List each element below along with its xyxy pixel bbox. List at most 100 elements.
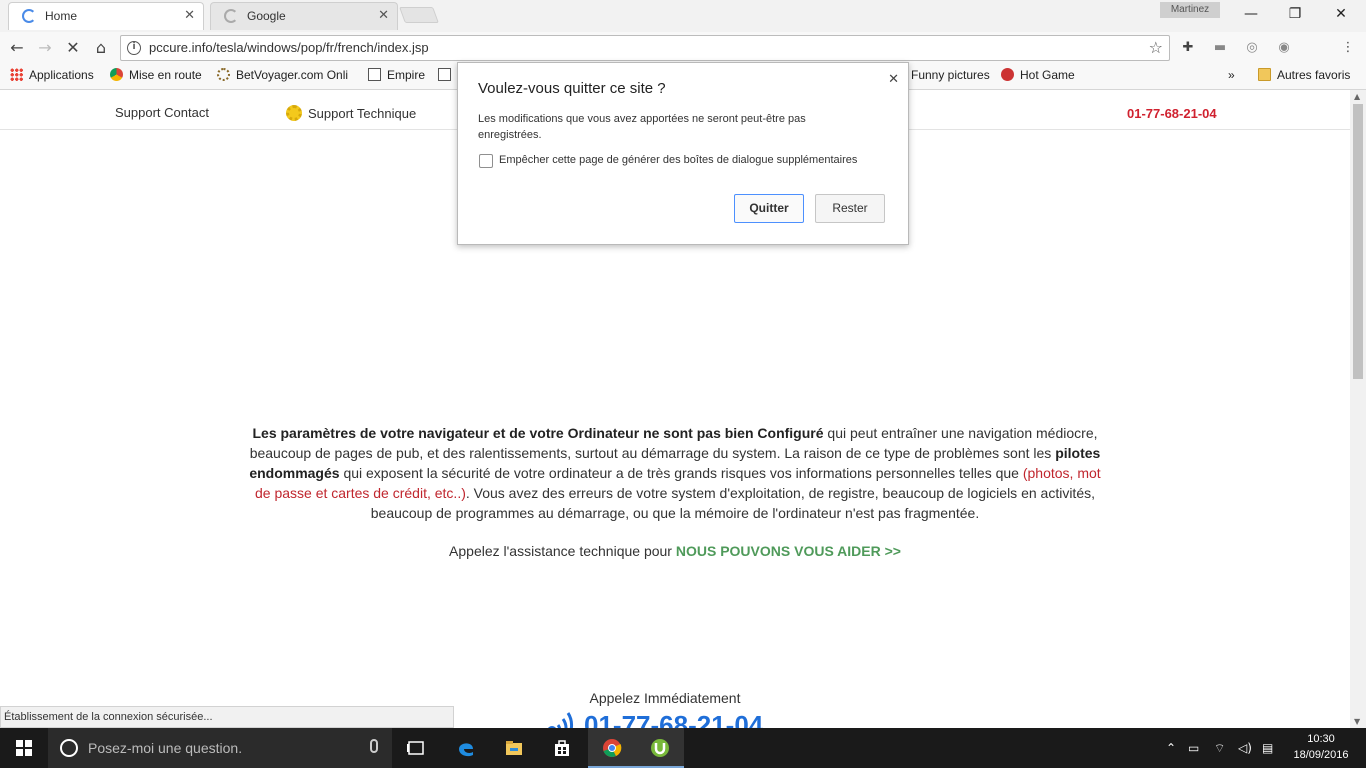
folder-icon — [1258, 68, 1271, 81]
battery-icon[interactable]: ▭ — [1188, 728, 1199, 768]
address-bar[interactable]: i pccure.info/tesla/windows/pop/fr/frenc… — [120, 35, 1170, 61]
back-button[interactable]: ← — [6, 37, 28, 59]
nav-support-technique[interactable]: Support Technique — [286, 105, 416, 121]
cortana-search[interactable]: Posez-moi une question. — [48, 728, 392, 768]
gear-icon — [217, 68, 230, 81]
bookmark-label: BetVoyager.com Onli — [236, 68, 349, 82]
dialog-title: Voulez-vous quitter ce site ? — [478, 80, 666, 97]
game-icon — [1001, 68, 1014, 81]
bookmark-applications[interactable]: Applications — [10, 68, 94, 82]
scroll-thumb[interactable] — [1353, 104, 1363, 379]
folder-icon — [506, 741, 522, 755]
bold-text: Les paramètres de votre navigateur et de… — [252, 425, 824, 441]
dialog-message: Les modifications que vous avez apportée… — [478, 113, 806, 141]
menu-icon[interactable]: ⋮ — [1338, 38, 1358, 58]
close-tab-icon[interactable]: ✕ — [378, 8, 389, 23]
status-bar: Établissement de la connexion sécurisée.… — [0, 706, 454, 728]
close-tab-icon[interactable]: ✕ — [184, 8, 195, 23]
tab-strip: Home ✕ Google ✕ Martinez — ❐ ✕ — [0, 0, 1366, 32]
nav-phone-number[interactable]: 01-77-68-21-04 — [1127, 106, 1217, 121]
windows-logo-icon — [16, 740, 23, 747]
more-bookmarks-button[interactable]: » — [1228, 68, 1235, 82]
utorrent-icon — [651, 739, 669, 757]
bookmark-betvoyager[interactable]: BetVoyager.com Onli — [217, 68, 348, 82]
phone-icon — [548, 712, 573, 728]
bookmark-funny-pictures[interactable]: Funny pictures — [911, 68, 990, 82]
extension-icon[interactable]: ▬ — [1210, 38, 1230, 58]
bookmark-label: Funny pictures — [911, 68, 990, 82]
close-icon[interactable]: ✕ — [888, 71, 899, 87]
bookmark-autres-favoris[interactable]: Autres favoris — [1258, 68, 1350, 82]
new-tab-button[interactable] — [399, 7, 439, 23]
bookmark-label: Mise en route — [129, 68, 202, 82]
edge-icon — [459, 743, 473, 757]
loading-icon — [22, 9, 36, 23]
page-scrollbar[interactable]: ▲ ▼ — [1350, 90, 1366, 728]
windows-logo-icon — [25, 740, 32, 747]
volume-icon[interactable]: ◁) — [1238, 728, 1252, 768]
stop-button[interactable]: ✕ — [62, 37, 84, 59]
tab-google[interactable]: Google ✕ — [210, 2, 398, 30]
cta-line: Appelez l'assistance technique pour NOUS… — [240, 543, 1110, 559]
restore-button[interactable]: ❐ — [1272, 4, 1318, 24]
star-icon[interactable]: ☆ — [1149, 38, 1163, 57]
scroll-down-icon[interactable]: ▼ — [1354, 717, 1360, 726]
phone-text: 01-77-68-21-04 — [584, 710, 764, 728]
tab-title: Home — [45, 9, 78, 23]
cta-link[interactable]: NOUS POUVONS VOUS AIDER >> — [676, 543, 901, 559]
quit-button[interactable]: Quitter — [734, 194, 804, 223]
taskbar: Posez-moi une question. ⌃ ▭ ⌔ ◁) ▤ 10:30… — [0, 728, 1366, 768]
extension-puzzle-icon[interactable]: ✚ — [1178, 38, 1198, 58]
microphone-icon[interactable] — [370, 739, 378, 753]
tray-expand-icon[interactable]: ⌃ — [1166, 728, 1176, 768]
bookmark-doc[interactable] — [438, 68, 457, 82]
loading-icon — [224, 9, 238, 23]
close-window-button[interactable]: ✕ — [1318, 4, 1364, 24]
stay-button[interactable]: Rester — [815, 194, 885, 223]
file-explorer-button[interactable] — [490, 728, 538, 768]
doc-icon — [438, 68, 451, 81]
bookmark-mise-en-route[interactable]: Mise en route — [110, 68, 202, 82]
profile-button[interactable]: Martinez — [1160, 2, 1220, 18]
store-button[interactable] — [538, 728, 586, 768]
url-text: pccure.info/tesla/windows/pop/fr/french/… — [149, 40, 429, 55]
nav-support-contact[interactable]: Support Contact — [115, 105, 209, 120]
doc-icon — [368, 68, 381, 81]
nav-label: Support Technique — [308, 106, 417, 121]
big-phone-number[interactable]: 01-77-68-21-04 — [546, 710, 763, 728]
bookmark-label: Autres favoris — [1277, 68, 1351, 82]
cta-prefix: Appelez l'assistance technique pour — [449, 543, 676, 559]
search-placeholder: Posez-moi une question. — [88, 740, 243, 756]
sun-icon — [286, 105, 302, 121]
body-text: qui exposent la sécurité de votre ordina… — [339, 465, 1023, 481]
bookmark-empire[interactable]: Empire — [368, 68, 425, 82]
scroll-up-icon[interactable]: ▲ — [1354, 92, 1360, 101]
edge-button[interactable] — [442, 728, 490, 768]
wifi-icon[interactable]: ⌔ — [1214, 728, 1225, 768]
prevent-dialogs-checkbox[interactable] — [479, 154, 493, 168]
call-label: Appelez Immédiatement — [589, 690, 741, 706]
apps-icon — [10, 68, 23, 81]
leave-site-dialog: Voulez-vous quitter ce site ? ✕ Les modi… — [457, 62, 909, 245]
task-view-button[interactable] — [392, 728, 440, 768]
extension-icon[interactable]: ◉ — [1274, 38, 1294, 58]
tab-home[interactable]: Home ✕ — [8, 2, 204, 30]
windows-logo-icon — [25, 749, 32, 756]
utorrent-button[interactable] — [636, 728, 684, 768]
start-button[interactable] — [0, 728, 48, 768]
bookmark-hot-game[interactable]: Hot Game — [1001, 68, 1075, 82]
chrome-taskbar-button[interactable] — [588, 728, 636, 768]
warning-paragraph: Les paramètres de votre navigateur et de… — [240, 423, 1110, 523]
clock-date: 18/09/2016 — [1293, 749, 1349, 761]
forward-button[interactable]: → — [34, 37, 56, 59]
extension-icon[interactable]: ◎ — [1242, 38, 1262, 58]
minimize-button[interactable]: — — [1228, 4, 1274, 24]
notification-icon[interactable]: ▤ — [1262, 728, 1273, 768]
home-button[interactable]: ⌂ — [90, 37, 112, 59]
bookmark-label: Hot Game — [1020, 68, 1075, 82]
info-icon[interactable]: i — [127, 41, 141, 55]
bookmark-label: Applications — [29, 68, 94, 82]
clock[interactable]: 10:30 18/09/2016 — [1290, 731, 1352, 763]
clock-time: 10:30 — [1307, 733, 1335, 745]
tab-title: Google — [247, 9, 286, 23]
